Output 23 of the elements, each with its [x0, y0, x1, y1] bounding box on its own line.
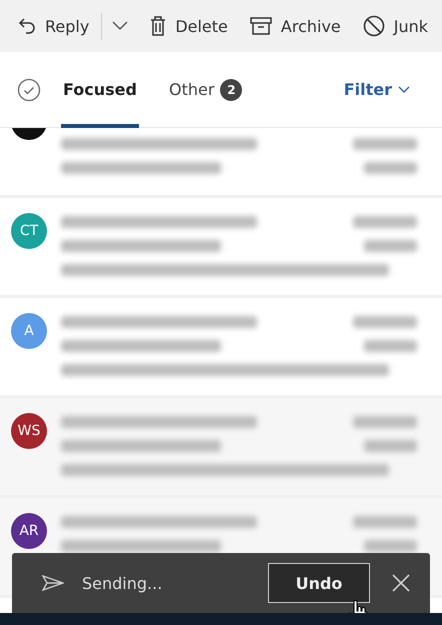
archive-button[interactable]: Archive — [250, 12, 341, 40]
avatar: CT — [11, 213, 47, 249]
blocked-icon — [362, 15, 385, 37]
send-icon — [42, 575, 64, 591]
junk-button[interactable]: Junk — [362, 11, 428, 41]
avatar: WS — [11, 413, 47, 449]
unread-count: 2 — [220, 78, 242, 100]
trash-icon — [150, 16, 166, 36]
status-text: Sending... — [82, 574, 162, 592]
reply-icon — [18, 17, 36, 35]
delete-button[interactable]: Delete — [150, 12, 228, 40]
avatar: A — [11, 313, 47, 349]
tab[interactable]: Focused — [61, 52, 139, 128]
close-icon[interactable] — [392, 574, 410, 592]
chevron-down-icon — [398, 86, 410, 94]
archive-box-icon — [250, 17, 272, 35]
avatar: AR — [11, 513, 47, 549]
undo-button[interactable]: Undo — [268, 563, 370, 603]
tab[interactable]: Other 2 — [166, 52, 244, 128]
reply-button[interactable]: Reply — [18, 12, 102, 40]
chevron-down-icon — [112, 21, 128, 31]
select-all-icon[interactable] — [17, 78, 41, 102]
filter-button[interactable]: Filter — [338, 79, 416, 100]
